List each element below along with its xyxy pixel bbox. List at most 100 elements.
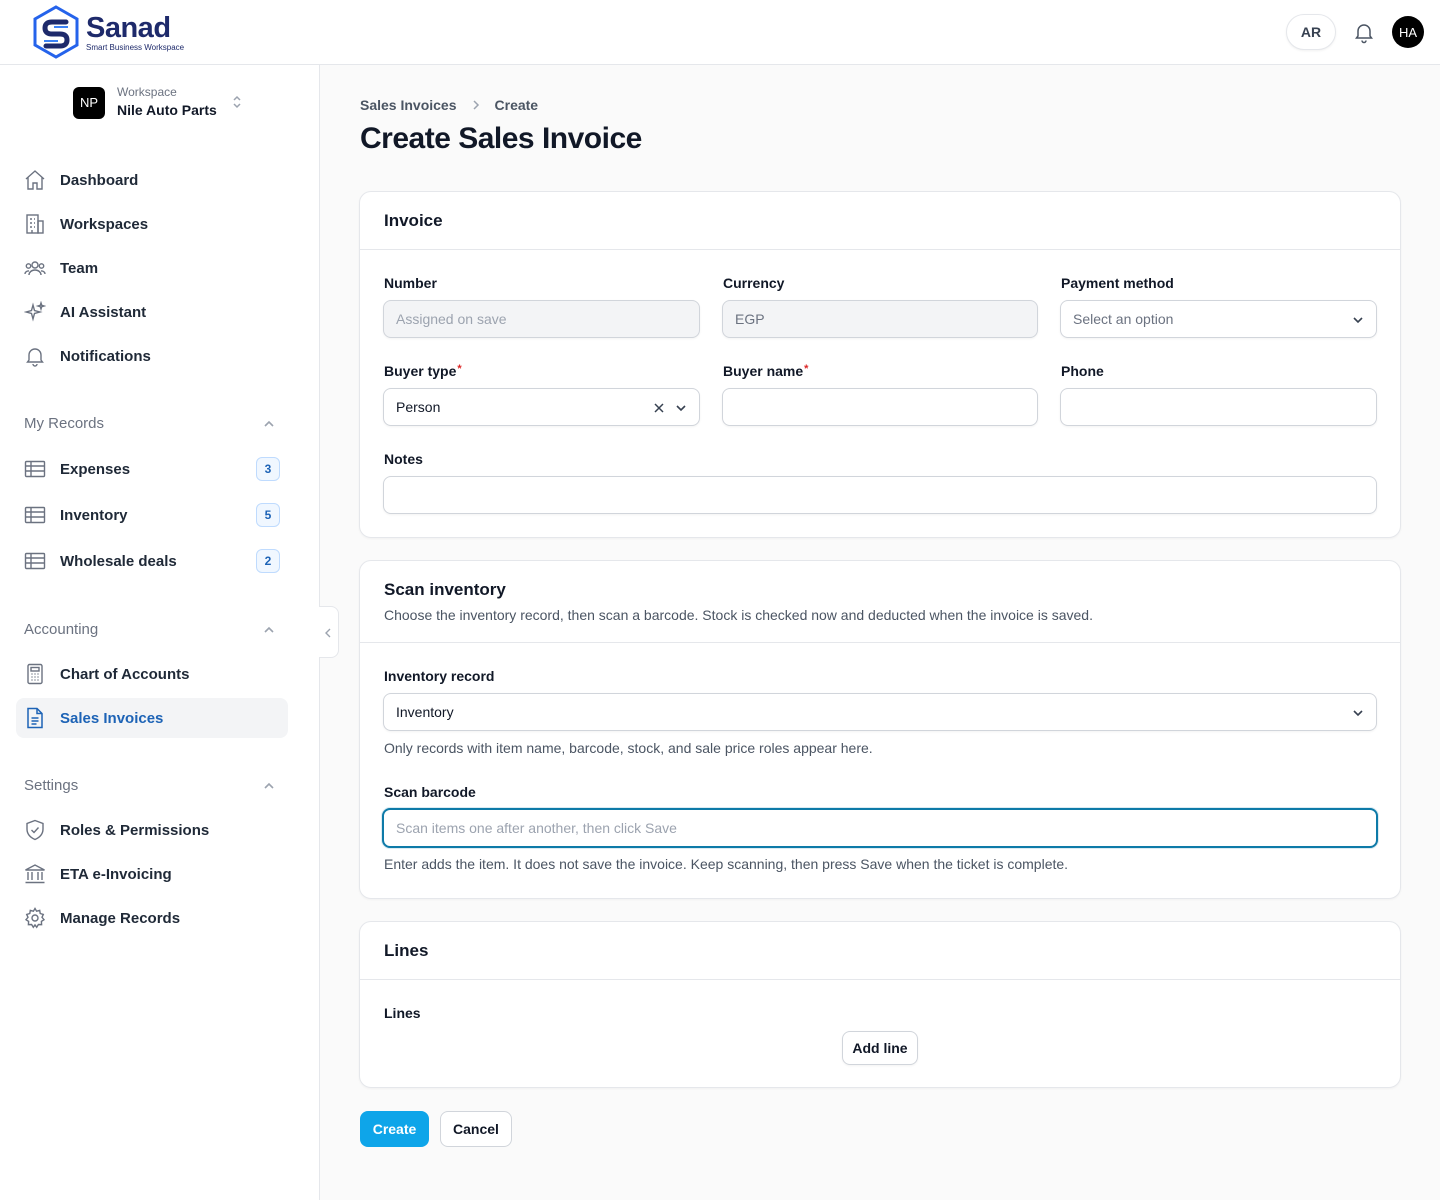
sidebar-item-workspaces[interactable]: Workspaces — [16, 204, 288, 244]
scan-barcode-input[interactable] — [382, 808, 1378, 848]
app-tagline: Smart Business Workspace — [86, 42, 185, 52]
add-line-button[interactable]: Add line — [842, 1031, 918, 1065]
count-badge: 3 — [256, 457, 280, 481]
payment-method-select[interactable]: Select an option — [1060, 300, 1377, 338]
notifications-bell-icon[interactable] — [1352, 20, 1376, 44]
building-icon — [26, 214, 44, 234]
calculator-icon — [27, 663, 43, 685]
group-title-my-records: My Records — [24, 415, 105, 432]
lines-card: Lines Lines Add line — [359, 921, 1401, 1088]
bell-icon — [26, 348, 44, 367]
chevron-up-icon[interactable] — [262, 623, 276, 637]
number-label: Number — [384, 275, 437, 291]
sidebar-item-sales-invoices[interactable]: Sales Invoices — [16, 698, 288, 738]
sidebar-item-label: Workspaces — [60, 215, 149, 233]
card-title: Scan inventory — [384, 580, 506, 599]
sidebar-item-label: Roles & Permissions — [60, 821, 210, 839]
breadcrumb: Sales Invoices Create — [360, 97, 538, 113]
sidebar-item-team[interactable]: Team — [16, 248, 288, 288]
sidebar-item-label: Wholesale deals — [60, 552, 177, 570]
scan-barcode-helper: Enter adds the item. It does not save th… — [384, 856, 1069, 872]
chevron-up-icon[interactable] — [262, 417, 276, 431]
count-badge: 2 — [256, 549, 280, 573]
logo-mark-icon — [33, 5, 79, 59]
notes-field[interactable] — [383, 476, 1377, 514]
sidebar-item-label: ETA e-Invoicing — [60, 865, 172, 883]
lines-label: Lines — [384, 1005, 421, 1021]
sidebar-item-expenses[interactable]: Expenses 3 — [16, 449, 288, 489]
sidebar-item-manage-records[interactable]: Manage Records — [16, 898, 288, 938]
sidebar-item-ai-assistant[interactable]: AI Assistant — [16, 292, 288, 332]
inventory-record-select[interactable]: Inventory — [383, 693, 1377, 731]
chevron-down-icon — [676, 405, 686, 412]
workspace-switcher[interactable]: NP Workspace Nile Auto Parts — [73, 85, 217, 120]
sidebar-item-label: Manage Records — [60, 909, 181, 927]
chevron-up-down-icon[interactable] — [230, 93, 244, 111]
sidebar-item-notifications[interactable]: Notifications — [16, 336, 288, 376]
create-button[interactable]: Create — [360, 1111, 429, 1147]
bank-icon — [25, 864, 45, 884]
breadcrumb-current: Create — [494, 97, 539, 113]
cancel-button[interactable]: Cancel — [440, 1111, 512, 1147]
table-icon — [24, 506, 46, 524]
sidebar-item-label: Team — [60, 259, 99, 277]
sidebar-item-label: Sales Invoices — [60, 709, 164, 727]
chevron-down-icon — [1353, 710, 1363, 717]
shield-check-icon — [26, 819, 44, 841]
breadcrumb-parent[interactable]: Sales Invoices — [360, 97, 457, 113]
phone-field[interactable] — [1060, 388, 1377, 426]
notes-label: Notes — [384, 451, 423, 467]
document-icon — [27, 707, 43, 729]
app-logo[interactable]: Sanad Smart Business Workspace — [32, 5, 184, 59]
buyer-type-select[interactable]: Person — [383, 388, 700, 426]
group-title-settings: Settings — [24, 777, 79, 794]
sparkles-icon — [24, 301, 46, 322]
inventory-record-label: Inventory record — [384, 668, 495, 684]
buyer-type-label: Buyer type* — [384, 363, 462, 379]
sidebar-item-eta-e-invoicing[interactable]: ETA e-Invoicing — [16, 854, 288, 894]
workspace-avatar: NP — [73, 86, 105, 119]
sidebar-item-label: Dashboard — [60, 171, 139, 189]
sidebar-item-dashboard[interactable]: Dashboard — [16, 160, 288, 200]
currency-label: Currency — [723, 275, 785, 291]
table-icon — [24, 552, 46, 570]
users-icon — [24, 261, 46, 276]
language-toggle-button[interactable]: AR — [1286, 14, 1336, 50]
payment-method-placeholder: Select an option — [1073, 311, 1174, 327]
card-header: Scan inventory Choose the inventory reco… — [360, 561, 1400, 643]
scan-inventory-card: Scan inventory Choose the inventory reco… — [359, 560, 1401, 899]
card-header: Lines — [360, 922, 1400, 980]
card-title: Lines — [384, 941, 429, 960]
sidebar-item-chart-of-accounts[interactable]: Chart of Accounts — [16, 654, 288, 694]
card-title: Invoice — [384, 211, 443, 230]
sidebar-item-wholesale-deals[interactable]: Wholesale deals 2 — [16, 541, 288, 581]
inventory-record-helper: Only records with item name, barcode, st… — [384, 740, 873, 756]
table-icon — [24, 460, 46, 478]
chevron-up-icon[interactable] — [262, 779, 276, 793]
workspace-name: Nile Auto Parts — [117, 102, 217, 118]
buyer-type-value: Person — [396, 399, 441, 415]
buyer-name-label: Buyer name* — [723, 363, 809, 379]
currency-field — [722, 300, 1038, 338]
chevron-down-icon — [1353, 317, 1363, 324]
sidebar-collapse-button[interactable] — [319, 606, 339, 658]
sidebar: NP Workspace Nile Auto Parts Dashboard W… — [0, 65, 320, 1200]
sidebar-item-inventory[interactable]: Inventory 5 — [16, 495, 288, 535]
user-avatar[interactable]: HA — [1392, 16, 1424, 48]
sidebar-item-label: Inventory — [60, 506, 128, 524]
buyer-name-field[interactable] — [722, 388, 1038, 426]
sidebar-item-label: Notifications — [60, 347, 151, 365]
inventory-record-value: Inventory — [396, 704, 454, 720]
group-title-accounting: Accounting — [24, 621, 99, 638]
phone-label: Phone — [1061, 363, 1104, 379]
page-title: Create Sales Invoice — [360, 122, 642, 155]
gear-icon — [24, 907, 46, 929]
card-header: Invoice — [360, 192, 1400, 250]
number-field — [383, 300, 700, 338]
card-description: Choose the inventory record, then scan a… — [384, 607, 1093, 623]
clear-icon[interactable] — [652, 401, 666, 415]
home-icon — [25, 170, 45, 190]
app-name: Sanad — [86, 11, 171, 44]
workspace-label: Workspace — [117, 85, 177, 99]
sidebar-item-roles-permissions[interactable]: Roles & Permissions — [16, 810, 288, 850]
